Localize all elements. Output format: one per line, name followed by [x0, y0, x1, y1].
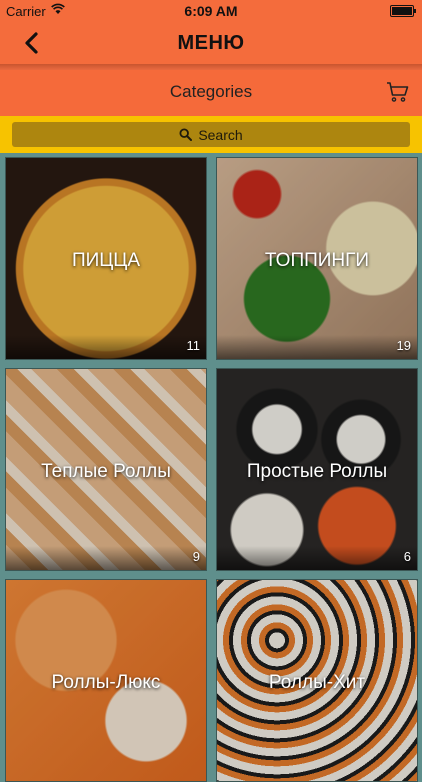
category-name: Простые Роллы	[246, 461, 388, 482]
category-tile-lux-rolls[interactable]: Роллы-Люкс	[5, 579, 207, 782]
category-count: 11	[186, 338, 201, 353]
cart-icon[interactable]	[386, 80, 410, 104]
page-title: МЕНЮ	[177, 32, 245, 54]
clock: 6:09 AM	[184, 3, 238, 19]
search-placeholder: Search	[198, 126, 243, 143]
category-count: 19	[396, 338, 411, 353]
category-name: ТОППИНГИ	[264, 250, 370, 271]
category-tile-warm-rolls[interactable]: Теплые Роллы 9	[5, 368, 207, 571]
category-name: Роллы-Люкс	[51, 672, 161, 693]
categories-header: Categories	[0, 70, 422, 116]
category-tile-toppings[interactable]: ТОППИНГИ 19	[216, 157, 418, 360]
search-icon	[179, 128, 193, 141]
status-bar: Carrier 6:09 AM	[0, 0, 422, 22]
category-count: 6	[403, 549, 411, 564]
search-bar: Search	[0, 116, 422, 153]
category-name: ПИЦЦА	[71, 250, 141, 271]
category-name: Теплые Роллы	[41, 461, 171, 482]
category-tile-pizza[interactable]: ПИЦЦА 11	[5, 157, 207, 360]
category-grid: ПИЦЦА 11 ТОППИНГИ 19 Теплые Роллы 9 Прос…	[0, 153, 422, 782]
category-tile-simple-rolls[interactable]: Простые Роллы 6	[216, 368, 418, 571]
categories-label: Categories	[169, 82, 253, 101]
search-input[interactable]: Search	[12, 122, 410, 147]
category-count: 9	[192, 549, 200, 564]
battery-icon	[390, 5, 416, 17]
navigation-bar: МЕНЮ	[0, 22, 422, 64]
category-tile-hit-rolls[interactable]: Роллы-Хит	[216, 579, 418, 782]
category-name: Роллы-Хит	[268, 672, 366, 693]
